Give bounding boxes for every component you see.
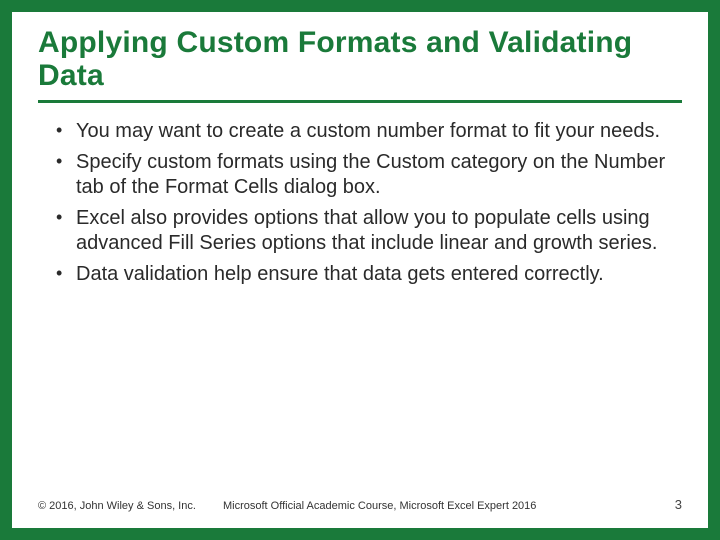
page-number: 3 <box>652 497 682 512</box>
course-text: Microsoft Official Academic Course, Micr… <box>223 500 652 512</box>
title-underline <box>38 100 682 103</box>
footer: © 2016, John Wiley & Sons, Inc. Microsof… <box>38 497 682 512</box>
list-item: Data validation help ensure that data ge… <box>52 262 672 287</box>
slide-frame: Applying Custom Formats and Validating D… <box>0 0 720 540</box>
list-item: You may want to create a custom number f… <box>52 119 672 144</box>
slide-content: Applying Custom Formats and Validating D… <box>12 12 708 528</box>
bullet-list: You may want to create a custom number f… <box>38 119 682 287</box>
copyright-text: © 2016, John Wiley & Sons, Inc. <box>38 500 223 512</box>
list-item: Specify custom formats using the Custom … <box>52 150 672 200</box>
page-title: Applying Custom Formats and Validating D… <box>38 26 682 92</box>
list-item: Excel also provides options that allow y… <box>52 206 672 256</box>
